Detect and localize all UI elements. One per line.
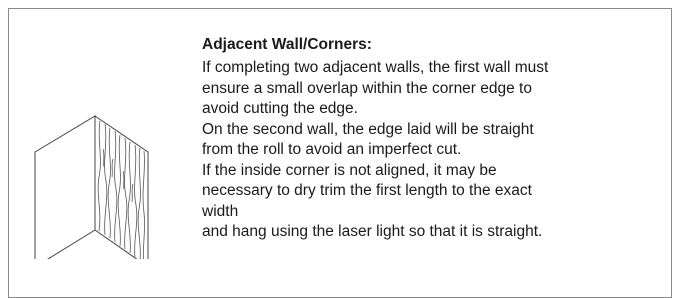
corner-wallpaper-icon bbox=[33, 89, 183, 268]
instruction-line: width bbox=[202, 202, 239, 220]
section-heading: Adjacent Wall/Corners: bbox=[202, 36, 372, 53]
instruction-text: Adjacent Wall/Corners: If completing two… bbox=[202, 31, 662, 243]
instruction-line: If completing two adjacent walls, the fi… bbox=[202, 59, 549, 76]
instruction-line: ensure a small overlap within the corner… bbox=[202, 79, 532, 97]
instruction-line: necessary to dry trim the first length t… bbox=[202, 182, 532, 199]
instruction-panel: Adjacent Wall/Corners: If completing two… bbox=[8, 8, 672, 298]
instruction-line: If the inside corner is not aligned, it … bbox=[202, 161, 497, 179]
instruction-line: avoid cutting the edge. bbox=[202, 100, 358, 117]
instruction-line: and hang using the laser light so that i… bbox=[202, 223, 543, 240]
instruction-line: from the roll to avoid an imperfect cut. bbox=[202, 141, 462, 158]
instruction-line: On the second wall, the edge laid will b… bbox=[202, 120, 534, 138]
